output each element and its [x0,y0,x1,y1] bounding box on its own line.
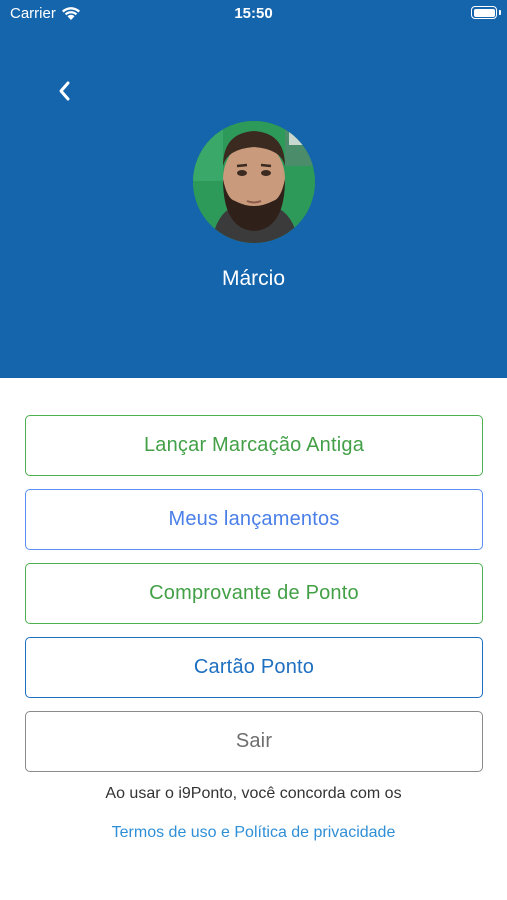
back-button[interactable] [48,74,80,108]
time-receipt-button[interactable]: Comprovante de Ponto [25,563,483,624]
battery-cap [499,10,501,15]
terms-privacy-link[interactable]: Termos de uso e Política de privacidade [0,824,507,842]
user-name: Márcio [221,267,285,290]
avatar [193,121,315,243]
consent-text: Ao usar o i9Ponto, você concorda com os [105,785,402,802]
time-card-button[interactable]: Cartão Ponto [25,637,483,698]
logout-button[interactable]: Sair [25,711,483,772]
battery-icon [471,6,497,19]
clock: 15:50 [234,5,273,22]
chevron-left-icon [59,81,70,101]
my-entries-button[interactable]: Meus lançamentos [25,489,483,550]
user-photo [193,121,315,243]
profile-header: Carrier 15:50 Márcio [0,0,507,378]
launch-old-entry-button[interactable]: Lançar Marcação Antiga [25,415,483,476]
status-bar: Carrier 15:50 [0,0,507,28]
menu-list: Lançar Marcação Antiga Meus lançamentos … [25,415,483,785]
